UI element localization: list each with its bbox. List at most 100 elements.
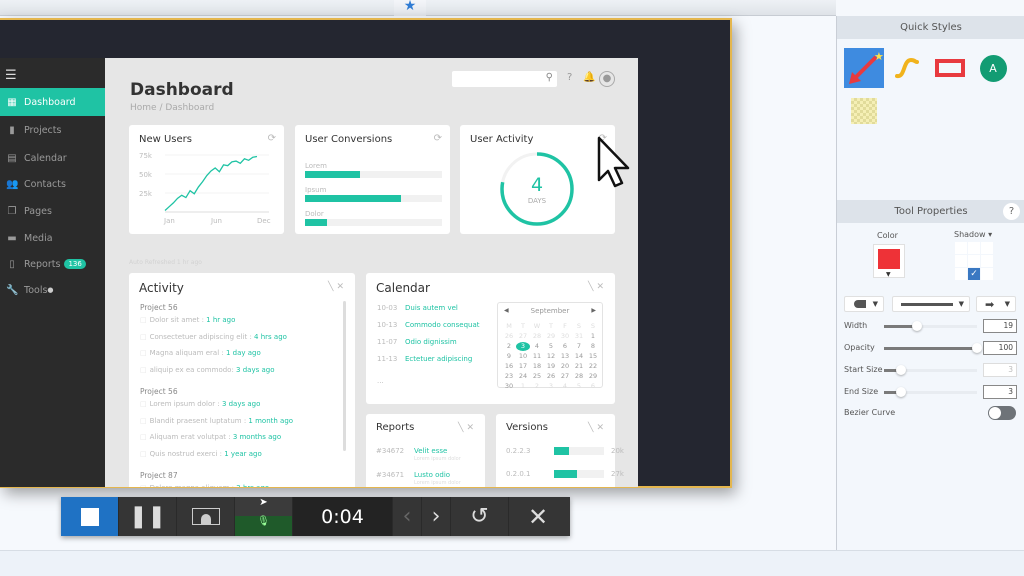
microphone-icon[interactable]: 🎙 — [235, 516, 292, 536]
activity-item[interactable]: □ Magna aliquam eral : 1 day ago — [140, 349, 261, 357]
restart-button[interactable]: ↺ — [451, 497, 509, 536]
slider-track[interactable] — [884, 343, 982, 353]
report-name[interactable]: Velit esse — [414, 447, 447, 455]
calendar-day[interactable]: 28 — [530, 332, 544, 341]
avatar[interactable]: ● — [599, 71, 615, 87]
slider-value-input[interactable]: 3 — [983, 385, 1017, 399]
calendar-day[interactable]: 21 — [572, 362, 586, 371]
calendar-day[interactable]: 28 — [572, 372, 586, 381]
calendar-day[interactable]: 12 — [544, 352, 558, 361]
checkbox[interactable]: □ — [140, 450, 147, 458]
checkbox[interactable]: □ — [140, 349, 147, 357]
shadow-cell[interactable] — [955, 255, 967, 267]
shadow-cell-selected[interactable]: ✓ — [968, 268, 980, 280]
calendar-day[interactable]: 7 — [572, 342, 586, 351]
activity-item[interactable]: □ Dolor sit amet : 1 hr ago — [140, 316, 235, 324]
calendar-day[interactable]: 4 — [530, 342, 544, 351]
event-name[interactable]: Ectetuer adipiscing — [405, 355, 472, 363]
cursor-icon[interactable]: ➤ — [235, 497, 292, 516]
calendar-day[interactable]: 1 — [516, 382, 530, 391]
next-month-icon[interactable]: ▶ — [591, 307, 596, 314]
checkbox[interactable]: □ — [140, 333, 147, 341]
checkbox[interactable]: □ — [140, 316, 147, 324]
calendar-day[interactable]: 11 — [530, 352, 544, 361]
sidebar-item-media[interactable]: ▬ Media — [0, 224, 105, 252]
menu-icon[interactable]: ☰ — [5, 68, 17, 83]
calendar-day[interactable]: 6 — [558, 342, 572, 351]
line-end-dropdown[interactable]: ➡ ▼ — [976, 296, 1016, 312]
calendar-day[interactable]: 29 — [544, 332, 558, 341]
calendar-day[interactable]: 25 — [530, 372, 544, 381]
help-icon[interactable]: ? — [567, 72, 572, 83]
activity-time[interactable]: 3 months ago — [233, 433, 281, 441]
activity-item[interactable]: □ Blandit praesent luptatum : 1 month ago — [140, 417, 293, 425]
calendar-day[interactable]: 9 — [502, 352, 516, 361]
quick-style-stamp[interactable]: A — [973, 48, 1013, 88]
collapse-close-icons[interactable]: ╲✕ — [588, 423, 607, 433]
collapse-close-icons[interactable]: ╲✕ — [588, 282, 607, 292]
webcam-button[interactable] — [177, 497, 235, 536]
calendar-day[interactable]: 27 — [516, 332, 530, 341]
activity-item[interactable]: □Dolore magna aliquam : 2 hrs ago — [140, 484, 269, 487]
sidebar-item-calendar[interactable]: ▤ Calendar — [0, 144, 105, 172]
event-name[interactable]: Odio dignissim — [405, 338, 457, 346]
checkbox[interactable]: □ — [140, 484, 147, 487]
slider-value-input[interactable]: 100 — [983, 341, 1017, 355]
sidebar-item-dashboard[interactable]: ▦ Dashboard — [0, 88, 105, 116]
activity-time[interactable]: 1 month ago — [248, 417, 293, 425]
shadow-cell[interactable] — [981, 255, 993, 267]
checkbox[interactable]: □ — [140, 417, 147, 425]
activity-time[interactable]: 1 year ago — [224, 450, 262, 458]
shadow-cell[interactable] — [981, 242, 993, 254]
line-style-dropdown[interactable]: ▼ — [892, 296, 970, 312]
calendar-day[interactable]: 30 — [558, 332, 572, 341]
calendar-day[interactable]: 26 — [502, 332, 516, 341]
next-button[interactable]: › — [422, 497, 451, 536]
calendar-day[interactable]: 6 — [586, 382, 600, 391]
activity-time[interactable]: 1 hr ago — [206, 316, 235, 324]
scrollbar[interactable] — [343, 301, 346, 451]
shadow-cell[interactable] — [968, 242, 980, 254]
sidebar-item-reports[interactable]: ▯ Reports 136 — [0, 250, 105, 278]
help-button[interactable]: ? — [1003, 203, 1020, 220]
activity-item[interactable]: □ Quis nostrud exerci : 1 year ago — [140, 450, 262, 458]
collapse-close-icons[interactable]: ╲✕ — [458, 423, 477, 433]
sidebar-item-tools[interactable]: 🔧 Tools ● — [0, 276, 105, 304]
calendar-day[interactable]: 22 — [586, 362, 600, 371]
checkbox[interactable]: □ — [140, 400, 147, 408]
shadow-cell[interactable] — [955, 268, 967, 280]
sidebar-item-contacts[interactable]: 👥 Contacts — [0, 170, 105, 198]
event-name[interactable]: Commodo consequat — [405, 321, 479, 329]
activity-time[interactable]: 2 hrs ago — [236, 484, 269, 487]
slider-handle[interactable] — [911, 321, 922, 331]
audio-cursor-toggle[interactable]: ➤ 🎙 — [235, 497, 293, 536]
activity-time[interactable]: 3 days ago — [236, 366, 274, 374]
report-row[interactable]: #34672 Velit esse Lorem ipsum dolor — [376, 447, 461, 462]
calendar-day[interactable]: 16 — [502, 362, 516, 371]
captured-image-frame[interactable]: ☰ ▦ Dashboard ▮ Projects ▤ Calendar 👥 Contac… — [0, 18, 732, 488]
calendar-day[interactable]: 1 — [586, 332, 600, 341]
shadow-direction-grid[interactable]: ✓ — [955, 242, 993, 280]
calendar-day-selected[interactable]: 3 — [516, 342, 530, 351]
quick-style-squiggle[interactable] — [887, 48, 927, 88]
calendar-day[interactable]: 30 — [502, 382, 516, 391]
line-start-dropdown[interactable]: ▼ — [844, 296, 884, 312]
calendar-day[interactable]: 3 — [544, 382, 558, 391]
previous-button[interactable]: ‹ — [393, 497, 422, 536]
quick-style-highlight[interactable] — [844, 91, 884, 131]
activity-time[interactable]: 4 hrs ago — [254, 333, 287, 341]
calendar-day[interactable]: 18 — [530, 362, 544, 371]
calendar-day[interactable]: 5 — [544, 342, 558, 351]
calendar-day[interactable]: 13 — [558, 352, 572, 361]
calendar-event[interactable]: 11-13 Ectetuer adipiscing — [377, 355, 472, 363]
calendar-day[interactable]: 5 — [572, 382, 586, 391]
shadow-cell[interactable] — [955, 242, 967, 254]
sidebar-item-projects[interactable]: ▮ Projects — [0, 116, 105, 144]
calendar-day[interactable]: 19 — [544, 362, 558, 371]
calendar-event[interactable]: 10-13 Commodo consequat — [377, 321, 479, 329]
calendar-day[interactable]: 14 — [572, 352, 586, 361]
search-input[interactable]: ⚲ — [452, 71, 557, 87]
calendar-day[interactable]: 31 — [572, 332, 586, 341]
quick-style-arrow[interactable]: ★ — [844, 48, 884, 88]
event-name[interactable]: Duis autem vel — [405, 304, 458, 312]
